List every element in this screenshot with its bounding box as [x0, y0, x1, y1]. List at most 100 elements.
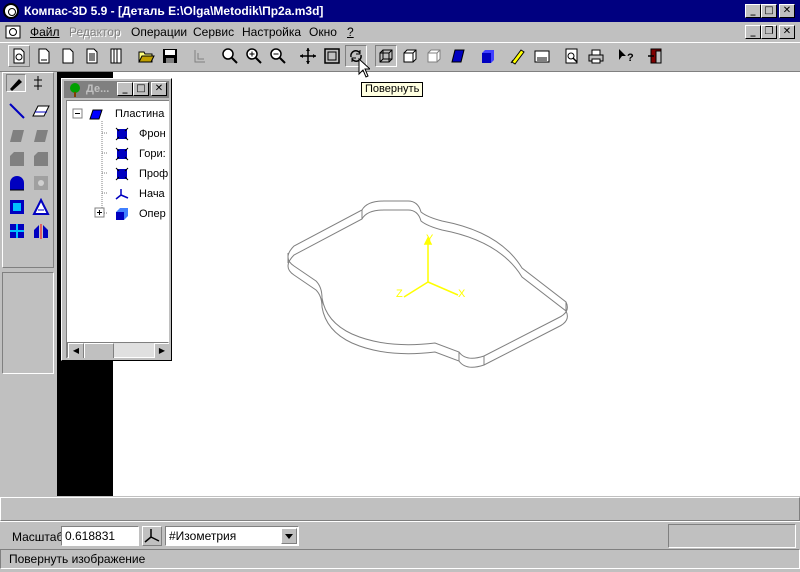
- tree-minimize-button[interactable]: _: [117, 82, 133, 96]
- pan-button[interactable]: [297, 45, 319, 67]
- part-icon: [89, 109, 103, 120]
- scale-label: Масштаб: [12, 530, 64, 544]
- tool-fillet-button[interactable]: [6, 172, 28, 194]
- tool-shell-button[interactable]: [6, 196, 28, 218]
- tree-horizontal-scrollbar[interactable]: ◀ ▶: [67, 342, 169, 358]
- insert-fragment-button[interactable]: [189, 45, 211, 67]
- shell-icon: [10, 200, 24, 214]
- menu-file[interactable]: Файл: [30, 25, 60, 39]
- close-button[interactable]: ✕: [779, 4, 795, 18]
- perspective-button[interactable]: [477, 45, 499, 67]
- part-wireframe: [287, 200, 568, 368]
- fillet-icon: [10, 176, 24, 191]
- edit-part-button[interactable]: [507, 45, 529, 67]
- mirror-icon: [34, 224, 48, 239]
- menu-editor[interactable]: Редактор: [69, 25, 121, 39]
- wireframe-button[interactable]: [375, 45, 397, 67]
- menu-service[interactable]: Сервис: [193, 25, 234, 39]
- tree-close-button[interactable]: ✕: [151, 82, 167, 96]
- print-preview-button[interactable]: [561, 45, 583, 67]
- orientation-select[interactable]: #Изометрия: [165, 526, 299, 546]
- no-hidden-lines-button[interactable]: [423, 45, 445, 67]
- doc-minimize-button[interactable]: _: [745, 25, 761, 39]
- tool-mirror-button[interactable]: [30, 220, 52, 242]
- new-sheet-button[interactable]: [33, 45, 55, 67]
- model-viewport[interactable]: Y X Z: [113, 72, 800, 496]
- minimize-button[interactable]: _: [745, 4, 761, 18]
- zoom-window-button[interactable]: [219, 45, 241, 67]
- zoom-in-button[interactable]: [243, 45, 265, 67]
- menu-settings[interactable]: Настройка: [242, 25, 301, 39]
- new-fragment-icon: [62, 48, 74, 64]
- doc-restore-button[interactable]: ❐: [761, 25, 777, 39]
- exit-icon: [648, 48, 662, 64]
- scroll-left-button[interactable]: ◀: [68, 343, 84, 358]
- print-icon: [588, 49, 604, 64]
- axis-x-label: X: [458, 288, 466, 300]
- perspective-icon: [482, 50, 494, 63]
- tree-icon: [70, 83, 80, 97]
- tree-view[interactable]: Пластина Фрон Гори: Проф Нача Опер ◀ ▶: [66, 100, 169, 358]
- scale-input[interactable]: 0.618831: [61, 526, 139, 546]
- save-button[interactable]: [159, 45, 181, 67]
- hidden-lines-button[interactable]: [399, 45, 421, 67]
- pencil-mode-icon: [10, 79, 22, 91]
- context-help-button[interactable]: ?: [615, 45, 637, 67]
- shaded-icon: [451, 49, 465, 63]
- status-text: Повернуть изображение: [9, 552, 146, 566]
- scroll-right-button[interactable]: ▶: [154, 343, 169, 358]
- plane-icon: [115, 127, 129, 141]
- orientation-dropdown-button[interactable]: [281, 528, 297, 544]
- tool-plane-button[interactable]: [30, 100, 52, 122]
- zoom-out-button[interactable]: [267, 45, 289, 67]
- new-document-button[interactable]: [8, 45, 30, 67]
- maximize-button[interactable]: □: [761, 4, 777, 18]
- hidden-lines-icon: [403, 49, 417, 63]
- part-model-drawing: Y X Z: [287, 200, 568, 368]
- property-panel: [0, 497, 800, 521]
- tree-window-titlebar[interactable]: Де... _ □ ✕: [64, 81, 169, 98]
- new-fragment-button[interactable]: [57, 45, 79, 67]
- tool-mode-button[interactable]: [6, 74, 26, 92]
- orientation-button[interactable]: [142, 526, 162, 546]
- rotate-tooltip: Повернуть: [361, 82, 424, 97]
- tool-rib-button[interactable]: [30, 196, 52, 218]
- tool-line-button[interactable]: [6, 100, 28, 122]
- tool-cut-button[interactable]: [30, 124, 52, 146]
- exit-button[interactable]: [645, 45, 667, 67]
- chevron-down-icon: [285, 533, 293, 539]
- print-button[interactable]: [585, 45, 607, 67]
- tool-array-button[interactable]: [6, 220, 28, 242]
- extrude-disabled-icon: [10, 130, 24, 142]
- menu-window[interactable]: Окно: [309, 25, 337, 39]
- menu-help[interactable]: ?: [347, 25, 354, 39]
- wireframe-icon: [379, 49, 393, 63]
- orientation-value: #Изометрия: [169, 529, 237, 543]
- new-spec-icon: [110, 48, 122, 64]
- save-disk-icon: [163, 49, 177, 63]
- tool-loft-button[interactable]: [30, 148, 52, 170]
- tool-mode-alt-button[interactable]: [28, 74, 48, 92]
- zoom-all-button[interactable]: [321, 45, 343, 67]
- title-bar: Компас-3D 5.9 - [Деталь E:\Olga\Metodik\…: [0, 0, 800, 22]
- tool-hole-button[interactable]: [30, 172, 52, 194]
- new-text-icon: [86, 48, 98, 64]
- new-spec-button[interactable]: [105, 45, 127, 67]
- new-text-button[interactable]: [81, 45, 103, 67]
- cut-disabled-icon: [34, 130, 48, 142]
- help-icon: ?: [619, 49, 634, 64]
- shaded-button[interactable]: [447, 45, 469, 67]
- tool-extrude-button[interactable]: [6, 124, 28, 146]
- tool-revolve-button[interactable]: [6, 148, 28, 170]
- open-button[interactable]: [135, 45, 157, 67]
- menu-operations[interactable]: Операции: [131, 25, 187, 39]
- open-folder-icon: [138, 51, 155, 63]
- tree-maximize-button[interactable]: □: [133, 82, 149, 96]
- document-system-menu-icon[interactable]: [5, 25, 21, 39]
- array-icon: [10, 224, 24, 238]
- doc-close-button[interactable]: ✕: [779, 25, 795, 39]
- properties-icon: [534, 50, 550, 63]
- properties-button[interactable]: [531, 45, 553, 67]
- app-logo-icon[interactable]: [3, 3, 19, 19]
- scroll-thumb[interactable]: [84, 343, 114, 358]
